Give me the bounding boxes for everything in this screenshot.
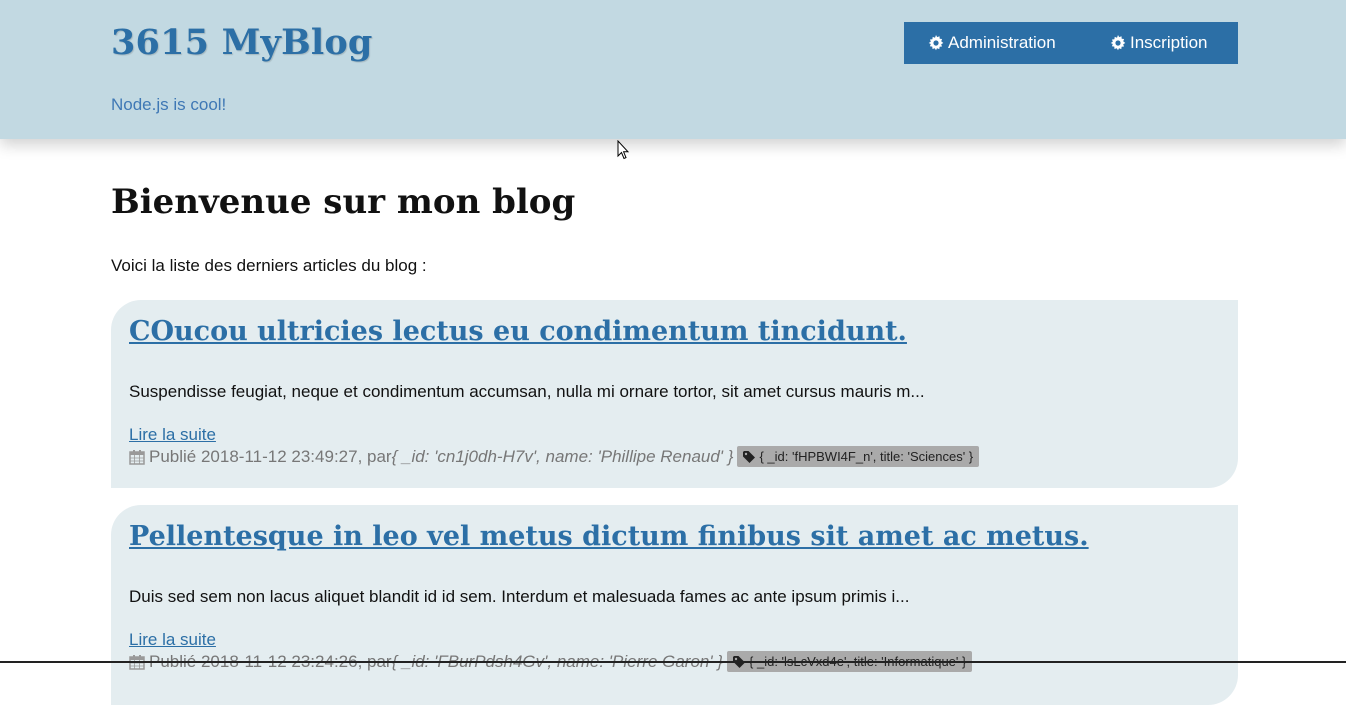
nav-item-administration[interactable]: Administration [904, 22, 1088, 64]
category-tag[interactable]: { _id: 'fHPBWI4F_n', title: 'Sciences' } [737, 446, 980, 467]
article-card: COucou ultricies lectus eu condimentum t… [111, 300, 1238, 488]
article-excerpt: Suspendisse feugiat, neque et condimentu… [129, 382, 925, 401]
tag-label: { _id: 'fHPBWI4F_n', title: 'Sciences' } [759, 449, 974, 464]
read-more-link[interactable]: Lire la suite [129, 630, 216, 650]
gear-icon [1110, 35, 1126, 51]
gear-icon [928, 35, 944, 51]
article-meta: Publié 2018-11-12 23:49:27, par { _id: '… [129, 446, 980, 467]
nav-item-inscription[interactable]: Inscription [1088, 22, 1207, 64]
site-header: 3615 MyBlog Node.js is cool! Administrat… [0, 0, 1346, 139]
nav-label-inscription: Inscription [1130, 33, 1208, 52]
mouse-cursor-icon [617, 140, 629, 160]
nav-label-administration: Administration [948, 33, 1056, 52]
article-title-link[interactable]: COucou ultricies lectus eu condimentum t… [129, 316, 907, 347]
publish-info: Publié 2018-11-12 23:49:27, par [149, 446, 392, 466]
page-title: Bienvenue sur mon blog [111, 182, 576, 222]
tag-icon [743, 450, 756, 463]
article-title-link[interactable]: Pellentesque in leo vel metus dictum fin… [129, 521, 1089, 552]
article-card: Pellentesque in leo vel metus dictum fin… [111, 505, 1238, 705]
calendar-icon [129, 449, 145, 465]
site-tagline: Node.js is cool! [111, 95, 227, 114]
main-nav: Administration Inscription [904, 22, 1238, 64]
article-excerpt: Duis sed sem non lacus aliquet blandit i… [129, 587, 910, 606]
read-more-link[interactable]: Lire la suite [129, 425, 216, 445]
intro-text: Voici la liste des derniers articles du … [111, 256, 427, 275]
author-info: { _id: 'cn1j0dh-H7v', name: 'Phillipe Re… [391, 446, 734, 466]
site-title[interactable]: 3615 MyBlog [111, 22, 373, 63]
